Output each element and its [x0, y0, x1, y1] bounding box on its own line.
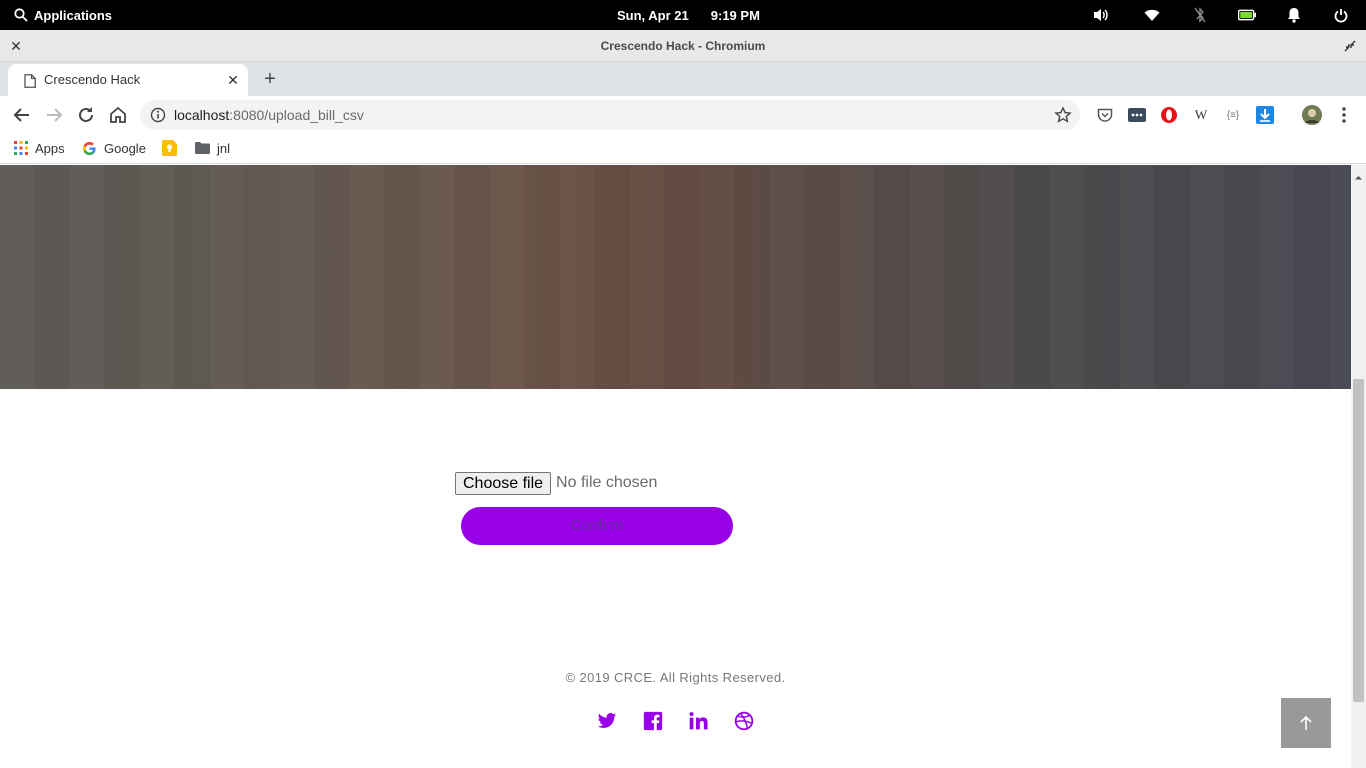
twitter-icon[interactable] [597, 711, 617, 731]
tab-close-icon[interactable]: ✕ [226, 73, 240, 87]
power-icon[interactable] [1332, 7, 1350, 23]
json-viewer-icon[interactable]: {≡} [1224, 106, 1242, 124]
pocket-icon[interactable] [1096, 106, 1114, 124]
google-icon [83, 141, 96, 155]
apps-grid-icon [14, 141, 28, 155]
scroll-up-arrow-icon[interactable] [1354, 169, 1363, 180]
bookmark-star-icon[interactable] [1054, 106, 1072, 124]
bookmark-apps[interactable]: Apps [14, 134, 65, 162]
keep-icon [162, 140, 177, 156]
file-upload-field[interactable]: Choose file No file chosen [455, 471, 657, 495]
clock[interactable]: Sun, Apr 21 9:19 PM [617, 0, 760, 30]
page-icon [24, 74, 36, 88]
bookmark-folder-jnl[interactable]: jnl [195, 134, 230, 162]
download-icon[interactable] [1256, 106, 1274, 124]
facebook-icon[interactable] [643, 711, 663, 731]
folder-icon [195, 142, 210, 154]
bookmark-google[interactable]: Google [82, 134, 146, 162]
linkedin-icon[interactable] [688, 711, 708, 731]
bookmark-label: Apps [35, 140, 65, 156]
wifi-icon[interactable] [1143, 7, 1161, 23]
tab-strip: Crescendo Hack ✕ + [0, 62, 1366, 96]
system-top-bar: Applications Sun, Apr 21 9:19 PM [0, 0, 1366, 30]
extension-dots-icon[interactable] [1128, 106, 1146, 124]
address-bar[interactable]: localhost:8080/upload_bill_csv [140, 100, 1080, 130]
confirm-button[interactable]: Confirm [461, 507, 733, 545]
dribbble-icon[interactable] [734, 711, 754, 731]
back-to-top-button[interactable] [1281, 698, 1331, 748]
url-text: localhost:8080/upload_bill_csv [174, 100, 364, 130]
bluetooth-off-icon[interactable] [1191, 7, 1209, 23]
hero-banner-image [0, 165, 1351, 389]
tab-crescendo-hack[interactable]: Crescendo Hack ✕ [8, 64, 248, 96]
bookmark-keep[interactable] [162, 134, 184, 162]
window-title: Crescendo Hack - Chromium [600, 39, 766, 53]
site-info-icon[interactable] [150, 107, 166, 123]
url-host: localhost [174, 107, 230, 123]
bookmark-label: jnl [217, 140, 231, 156]
page-content: Choose file No file chosen Confirm © 201… [0, 165, 1351, 768]
back-arrow-icon[interactable] [12, 105, 32, 125]
search-icon [14, 8, 28, 22]
profile-avatar[interactable] [1302, 105, 1322, 125]
reload-icon[interactable] [76, 105, 96, 125]
footer-copyright: © 2019 CRCE. All Rights Reserved. [565, 670, 786, 685]
choose-file-button[interactable]: Choose file [455, 471, 552, 495]
clock-time: 9:19 PM [710, 7, 760, 23]
browser-menu-icon[interactable] [1336, 106, 1352, 124]
volume-icon[interactable] [1092, 7, 1110, 23]
wikipedia-icon[interactable]: W [1192, 106, 1210, 124]
window-title-bar: ✕ Crescendo Hack - Chromium [0, 30, 1366, 62]
clock-date: Sun, Apr 21 [617, 7, 689, 23]
window-restore-icon[interactable] [1342, 38, 1358, 54]
applications-label: Applications [34, 7, 113, 23]
applications-menu[interactable]: Applications [14, 0, 112, 30]
file-status-text: No file chosen [556, 474, 658, 491]
bookmark-label: Google [104, 140, 146, 156]
bookmarks-bar: Apps Google jnl [0, 134, 1366, 164]
new-tab-icon[interactable]: + [260, 69, 280, 90]
scrollbar-thumb[interactable] [1353, 379, 1364, 702]
arrow-up-icon [1296, 713, 1316, 733]
page-scrollbar[interactable] [1351, 165, 1366, 768]
tab-label: Crescendo Hack [44, 72, 141, 87]
url-path: :8080/upload_bill_csv [229, 107, 364, 123]
home-icon[interactable] [108, 105, 128, 125]
forward-arrow-icon[interactable] [44, 105, 64, 125]
opera-icon[interactable] [1160, 106, 1178, 124]
notification-bell-icon[interactable] [1285, 7, 1303, 23]
battery-icon[interactable] [1238, 7, 1256, 23]
browser-toolbar: localhost:8080/upload_bill_csv W {≡} [0, 96, 1366, 134]
